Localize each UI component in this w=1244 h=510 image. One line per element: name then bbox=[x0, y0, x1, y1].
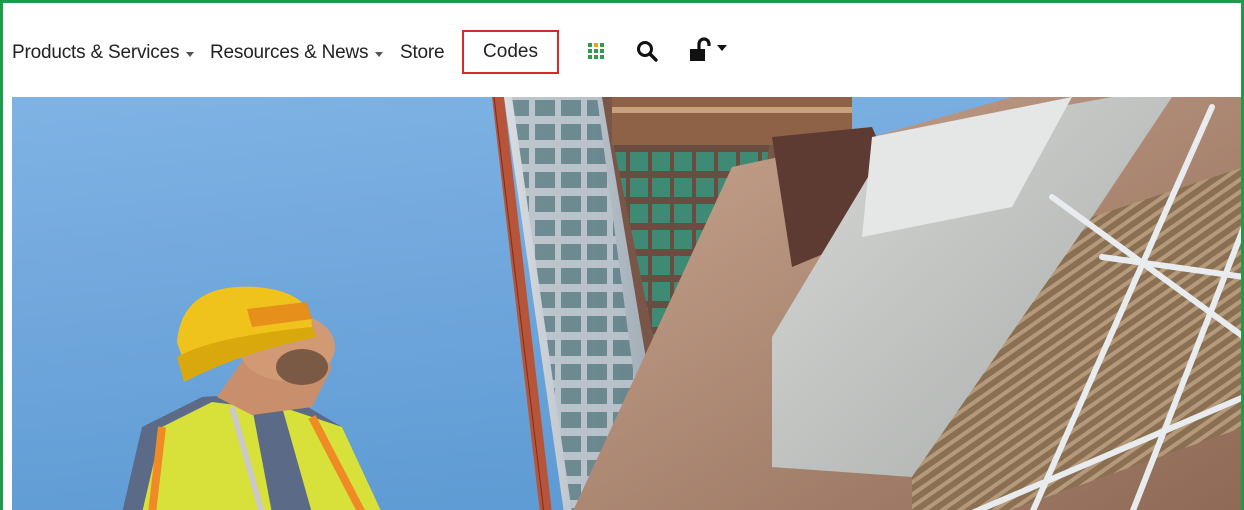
nav-store[interactable]: Store bbox=[400, 40, 445, 66]
hero-construction-image bbox=[12, 97, 1241, 510]
top-navigation: Products & Services Resources & News Sto… bbox=[3, 3, 1241, 97]
chevron-down-icon bbox=[375, 51, 384, 57]
nav-products-label: Products & Services bbox=[12, 42, 180, 63]
nav-store-label: Store bbox=[400, 42, 445, 63]
nav-resources-news[interactable]: Resources & News bbox=[210, 40, 384, 66]
unlock-icon[interactable] bbox=[688, 37, 730, 63]
nav-codes-label: Codes bbox=[483, 41, 538, 62]
chevron-down-icon bbox=[186, 51, 195, 57]
grid-icon[interactable] bbox=[588, 43, 604, 59]
browser-frame: Products & Services Resources & News Sto… bbox=[0, 0, 1244, 510]
nav-codes-highlighted[interactable]: Codes bbox=[462, 30, 559, 74]
construction-worker-image bbox=[12, 97, 1241, 510]
nav-resources-label: Resources & News bbox=[210, 42, 369, 63]
search-icon[interactable] bbox=[635, 39, 659, 63]
nav-products-services[interactable]: Products & Services bbox=[12, 40, 195, 66]
